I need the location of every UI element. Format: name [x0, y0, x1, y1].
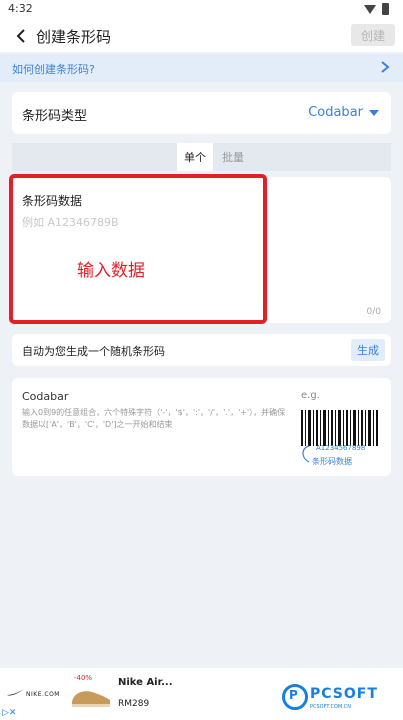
create-button[interactable]: 创建: [351, 24, 395, 46]
curved-arrow-icon: [302, 445, 310, 463]
site-watermark: P PCSOFT PCSOFT.COM.CN: [282, 682, 400, 716]
barcode-type-value[interactable]: Codabar: [308, 105, 363, 120]
watermark-sub: PCSOFT.COM.CN: [310, 704, 352, 710]
barcode-type-select[interactable]: 条形码类型 Codabar: [12, 92, 391, 134]
status-icons: [364, 3, 389, 15]
ad-price: RM289: [118, 699, 150, 709]
ad-title: Nike Air...: [118, 677, 173, 688]
random-barcode-label: 自动为您生成一个随机条形码: [22, 345, 165, 358]
char-counter: 0/0: [366, 307, 381, 317]
app-bar: 创建条形码 创建: [0, 20, 403, 52]
shoe-image: [72, 691, 110, 707]
ad-discount: -40%: [74, 674, 93, 682]
annotation-text: 输入数据: [77, 261, 145, 281]
page-title: 创建条形码: [36, 28, 112, 46]
example-code: A1234567898: [316, 444, 366, 452]
mode-tabs: 单个 批量: [12, 143, 391, 171]
dropdown-caret-icon[interactable]: [369, 110, 379, 116]
ad-brand: NIKE.COM: [26, 691, 60, 698]
battery-icon: [382, 3, 389, 15]
wifi-icon: [364, 4, 376, 14]
chevron-right-icon: [381, 61, 390, 73]
tab-single[interactable]: 单个: [177, 143, 213, 171]
generate-button[interactable]: 生成: [351, 339, 385, 361]
status-time: 4:32: [8, 2, 33, 15]
example-barcode-image: [301, 410, 378, 446]
example-label: e.g.: [301, 390, 320, 401]
barcode-type-label: 条形码类型: [22, 109, 88, 124]
help-link-text[interactable]: 如何创建条形码?: [12, 61, 95, 77]
watermark-brand: PCSOFT: [310, 686, 378, 702]
codabar-info-card: Codabar 输入0到9的任意组合，六个特殊字符（'-'，'$'，':'，'/…: [12, 378, 391, 476]
random-barcode-row: 自动为您生成一个随机条形码 生成: [12, 334, 391, 366]
ad-choices-icon[interactable]: ▷✕: [2, 708, 16, 718]
format-name: Codabar: [22, 390, 69, 403]
tab-batch[interactable]: 批量: [215, 143, 251, 171]
help-link-bar[interactable]: 如何创建条形码?: [0, 54, 403, 82]
ad-banner[interactable]: NIKE.COM -40% Nike Air... RM289 ▷✕ P PCS…: [0, 668, 403, 720]
back-arrow-icon[interactable]: [12, 26, 32, 46]
example-caption: 条形码数据: [312, 457, 352, 466]
status-bar: 4:32: [0, 0, 403, 20]
format-description: 输入0到9的任意组合，六个特殊字符（'-'，'$'，':'，'/'，'.'，'+…: [22, 408, 286, 429]
annotation-highlight-box: [9, 174, 267, 324]
